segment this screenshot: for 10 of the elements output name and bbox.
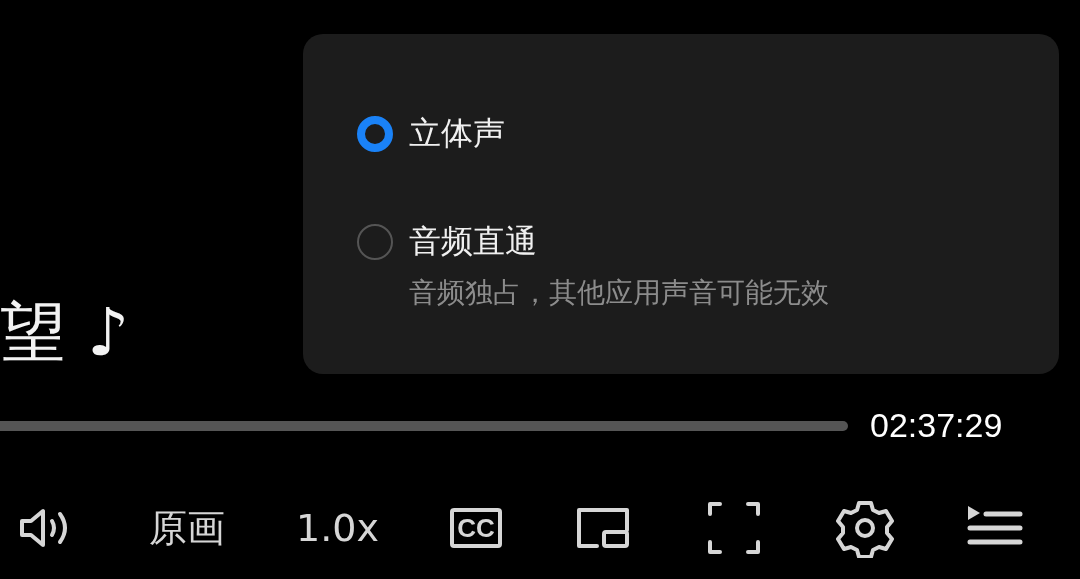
subtitle-text: 望 ♪ [0,300,130,366]
audio-option[interactable]: 音频直通 [357,220,537,264]
settings-icon[interactable] [834,498,895,558]
player-option-button[interactable]: 1.0x [296,506,379,550]
time-label: 02:37:29 [870,406,1003,445]
player-option-button[interactable]: 原画 [149,502,225,554]
audio-option[interactable]: 立体声 [357,112,505,156]
progress-track[interactable] [0,420,848,431]
option-description: 音频独占，其他应用声音可能无效 [409,275,830,311]
captions-button[interactable]: CC [449,508,502,548]
